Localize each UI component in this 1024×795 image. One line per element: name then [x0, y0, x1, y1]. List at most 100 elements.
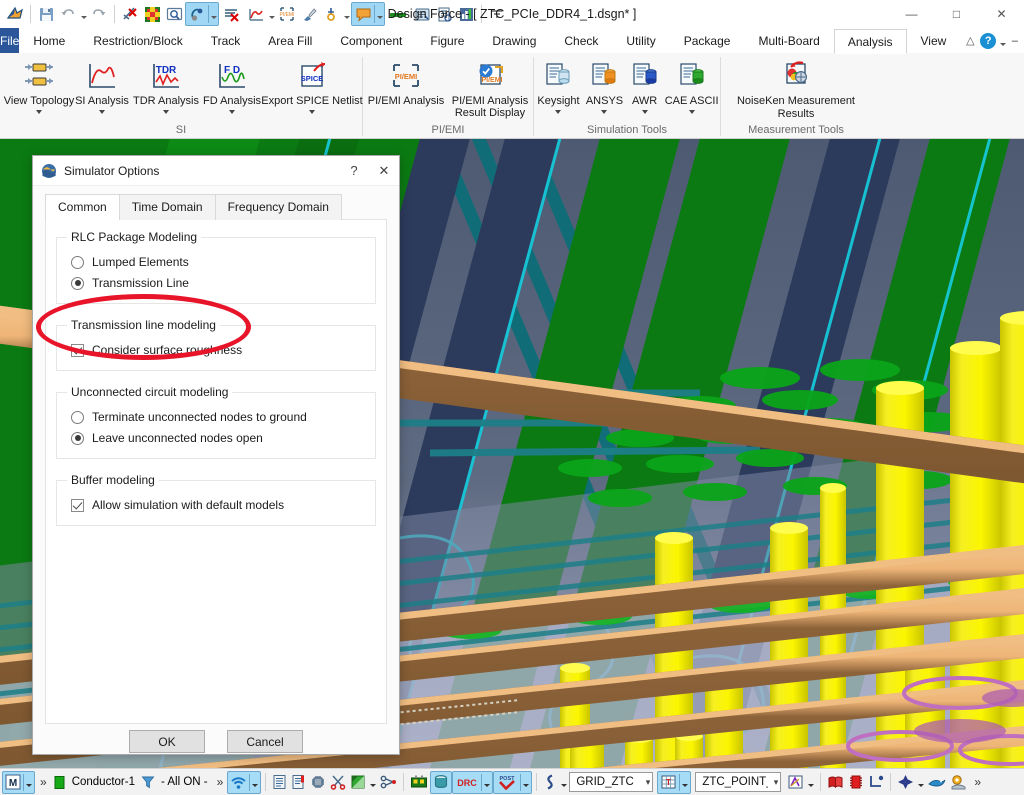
radio-transmission-line[interactable] [71, 276, 84, 290]
net-icon[interactable] [378, 772, 399, 793]
drc-toggle-group[interactable]: DRC [452, 770, 494, 794]
ribbon-btn-export-spice-netlist[interactable]: SPICE Export SPICE Netlist [261, 57, 363, 114]
comment-dropdown-icon[interactable] [375, 2, 384, 26]
post-check-icon[interactable]: POST [494, 772, 520, 793]
chevron-down-icon[interactable] [229, 110, 235, 114]
probe-dropdown-icon[interactable] [209, 2, 218, 26]
point-combo[interactable]: ZTC_POINT_ ▾ [695, 772, 782, 792]
drc-icon[interactable]: DRC [453, 772, 481, 793]
gear-icon[interactable] [948, 772, 969, 793]
collapse-ribbon-icon[interactable]: △ [960, 28, 980, 53]
tab-component[interactable]: Component [326, 28, 416, 53]
bird-icon[interactable] [926, 772, 948, 793]
minimize-button[interactable]: — [889, 0, 934, 28]
tab-file[interactable]: File [0, 28, 20, 53]
chevron-down-icon[interactable] [163, 110, 169, 114]
ribbon-btn-pi-emi-result-display[interactable]: PI/EMI PI/EMI Analysis Result Display [448, 57, 532, 119]
brush-icon[interactable] [298, 2, 320, 26]
ribbon-btn-ansys[interactable]: ANSYS [583, 57, 626, 114]
checkbox-consider-surface-roughness[interactable] [71, 343, 84, 357]
green-bar-icon[interactable] [385, 2, 411, 26]
ribbon-btn-awr[interactable]: AWR [626, 57, 663, 114]
pi-emi-icon[interactable]: PI/EMI [276, 2, 298, 26]
redo-icon[interactable] [88, 2, 110, 26]
probe-toggle-group[interactable] [185, 2, 219, 26]
areafill-dropdown-icon[interactable] [368, 773, 378, 792]
ribbon-btn-fd-analysis[interactable]: F D FD Analysis [200, 57, 264, 114]
chevron-down-icon[interactable]: ▾ [646, 777, 651, 788]
option-consider-surface-roughness[interactable]: Consider surface roughness [71, 343, 367, 357]
app-launch-icon[interactable] [4, 2, 26, 26]
undo-icon[interactable] [57, 2, 79, 26]
measure-dropdown-icon[interactable] [342, 2, 351, 26]
layer-color-icon[interactable] [51, 772, 68, 793]
wifi-toggle-group[interactable] [227, 770, 262, 794]
checkbox-allow-default-models[interactable] [71, 498, 84, 512]
radio-terminate-unconnected-nodes[interactable] [71, 410, 84, 424]
tab-time-domain[interactable]: Time Domain [118, 194, 216, 220]
comment-toggle-group[interactable] [351, 2, 385, 26]
ribbon-btn-tdr-analysis[interactable]: TDR TDR Analysis [132, 57, 200, 114]
doc-minimize-button[interactable]: – [1007, 28, 1022, 53]
tab-frequency-domain[interactable]: Frequency Domain [214, 194, 342, 220]
chevron-down-icon[interactable] [601, 110, 608, 114]
chart-icon[interactable] [455, 2, 477, 26]
save-icon[interactable] [35, 2, 57, 26]
move-dropdown-icon[interactable] [916, 773, 926, 792]
report-icon[interactable] [433, 2, 455, 26]
undo-dropdown-icon[interactable] [79, 2, 88, 26]
waveform-dropdown-icon[interactable] [267, 2, 276, 26]
chevron-down-icon[interactable] [555, 110, 562, 114]
chevron-down-icon[interactable] [309, 110, 315, 114]
help-dropdown-icon[interactable] [998, 29, 1007, 53]
chevron-down-icon[interactable] [99, 110, 105, 114]
option-leave-unconnected-nodes-open[interactable]: Leave unconnected nodes open [71, 431, 367, 445]
ztc-dropdown-icon[interactable] [806, 773, 816, 792]
maximize-button[interactable]: □ [934, 0, 979, 28]
mode-toggle-group[interactable]: M [2, 770, 35, 794]
dialog-help-button[interactable]: ? [339, 156, 369, 185]
ok-button[interactable]: OK [129, 730, 205, 753]
filter-icon[interactable] [139, 772, 157, 793]
route-dropdown-icon[interactable] [559, 773, 569, 792]
help-icon[interactable]: ? [980, 32, 997, 49]
measure-icon[interactable] [320, 2, 342, 26]
cancel-button[interactable]: Cancel [227, 730, 303, 753]
tab-home[interactable]: Home [19, 28, 79, 53]
radio-leave-unconnected-nodes-open[interactable] [71, 431, 84, 445]
corner-icon[interactable] [866, 772, 886, 793]
tab-utility[interactable]: Utility [612, 28, 669, 53]
wifi-icon[interactable] [228, 772, 249, 793]
close-button[interactable]: ✕ [979, 0, 1024, 28]
list-icon[interactable] [270, 772, 289, 793]
book-icon[interactable] [825, 772, 846, 793]
layers-icon[interactable] [289, 772, 308, 793]
mode-dropdown-icon[interactable] [24, 773, 34, 792]
ribbon-btn-pi-emi-analysis[interactable]: PI/EMI PI/EMI Analysis [364, 57, 448, 107]
ribbon-btn-noiseken-measurement-results[interactable]: NoiseKen Measurement Results [726, 57, 866, 121]
probe-icon[interactable] [186, 2, 208, 26]
chip-icon[interactable] [308, 772, 328, 793]
tab-multi-board[interactable]: Multi-Board [744, 28, 833, 53]
wifi-dropdown-icon[interactable] [250, 773, 260, 792]
tab-figure[interactable]: Figure [416, 28, 478, 53]
chevron-down-icon[interactable]: ▾ [774, 777, 779, 788]
option-terminate-unconnected-nodes[interactable]: Terminate unconnected nodes to ground [71, 410, 367, 424]
ribbon-btn-keysight[interactable]: Keysight [534, 57, 583, 114]
ribbon-btn-cae-ascii[interactable]: CAE ASCII [663, 57, 720, 114]
filter-label[interactable]: - All ON - [157, 776, 212, 788]
option-transmission-line[interactable]: Transmission Line [71, 276, 367, 290]
option-allow-default-models[interactable]: Allow simulation with default models [71, 498, 367, 512]
tab-check[interactable]: Check [550, 28, 612, 53]
conductor-layer-label[interactable]: Conductor-1 [68, 776, 139, 788]
ribbon-btn-view-topology[interactable]: View Topology [4, 57, 74, 114]
route-icon[interactable] [541, 772, 559, 793]
comment-icon[interactable] [352, 2, 374, 26]
clear-highlight-icon[interactable] [219, 2, 245, 26]
waveform-icon[interactable] [245, 2, 267, 26]
ribbon-btn-si-analysis[interactable]: SI Analysis [72, 57, 132, 114]
tab-package[interactable]: Package [670, 28, 745, 53]
tab-drawing[interactable]: Drawing [478, 28, 550, 53]
move-icon[interactable] [895, 772, 916, 793]
ic-icon[interactable] [846, 772, 866, 793]
